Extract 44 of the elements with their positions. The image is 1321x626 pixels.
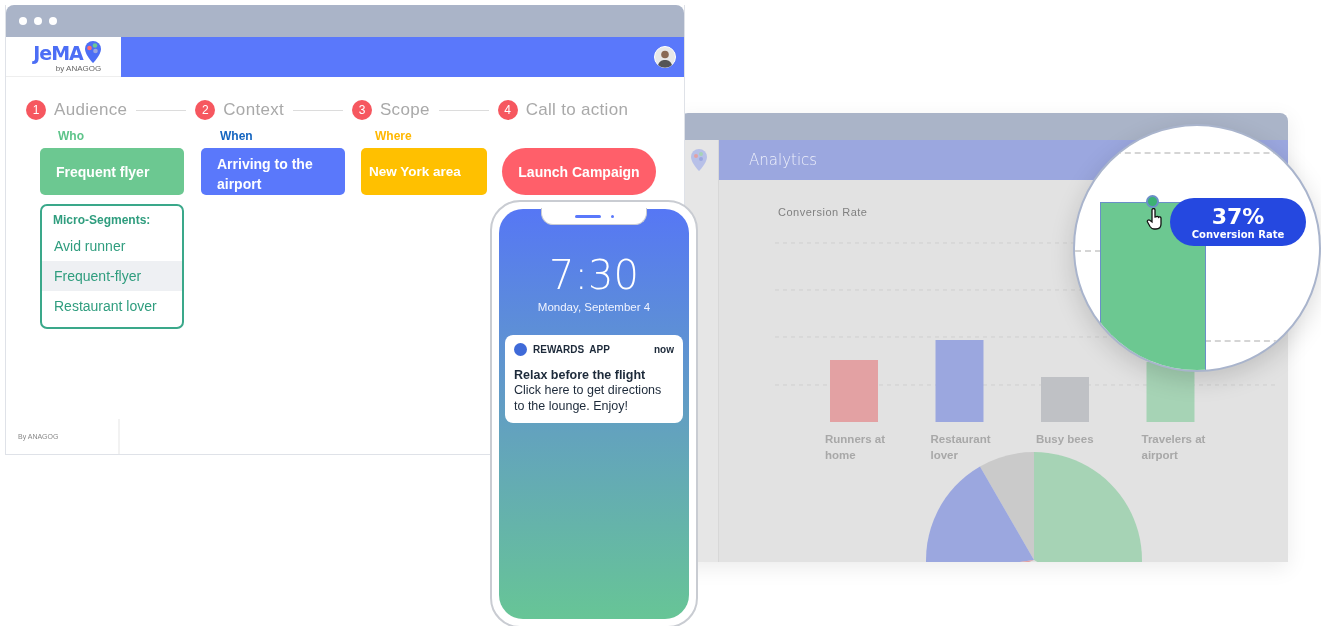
segment-button[interactable]: New York area	[361, 148, 487, 195]
map-pin-icon	[690, 148, 708, 172]
step-caption: Where	[375, 129, 412, 143]
step-label[interactable]: Context	[223, 100, 284, 120]
segment-button[interactable]: Launch Campaign	[502, 148, 656, 195]
step-label[interactable]: Audience	[54, 100, 128, 120]
step-number: 3	[352, 100, 372, 120]
window-dot-icon[interactable]	[49, 17, 57, 25]
app-icon	[514, 343, 527, 356]
window-dot-icon[interactable]	[19, 17, 27, 25]
tooltip-value: 37%	[1211, 204, 1265, 229]
bar-label: Busy bees	[1036, 432, 1095, 447]
step-label[interactable]: Scope	[380, 100, 430, 120]
hand-cursor-icon	[1146, 208, 1164, 230]
page-title: Analytics	[749, 151, 818, 169]
window-dot-icon[interactable]	[34, 17, 42, 25]
segment-list-item[interactable]: Avid runner	[42, 231, 182, 261]
segment-list-item[interactable]: Frequent-flyer	[42, 261, 182, 291]
tooltip-label: Conversion Rate	[1191, 228, 1285, 240]
logo-text: JeMA	[33, 42, 83, 64]
step-caption: When	[220, 129, 253, 143]
bar-label: Restaurant lover	[930, 432, 992, 463]
step-number: 1	[26, 100, 46, 120]
logo-subtitle: by ANAGOG	[55, 64, 102, 73]
segment-button[interactable]: Frequent flyer	[40, 148, 184, 195]
step-label[interactable]: Call to action	[525, 100, 629, 120]
segment-button[interactable]: Arriving to the airport	[201, 148, 345, 195]
segment-list-item[interactable]: Restaurant lover	[42, 291, 182, 321]
chart-title: Conversion Rate	[778, 206, 868, 218]
avatar-icon[interactable]	[654, 46, 676, 68]
step-number: 4	[497, 100, 518, 120]
app-name: REWARDS APP	[533, 344, 610, 355]
clock-time: 7:30	[549, 253, 639, 297]
step-caption: Who	[58, 129, 84, 143]
bar-label: Runners at home	[825, 432, 887, 463]
map-pin-icon	[83, 40, 102, 64]
notification-time: now	[654, 344, 674, 355]
notification-body: Click here to get directions to the lounge. Enjoy!	[514, 382, 663, 414]
notification-card[interactable]: REWARDS APP now Relax before the flight Click here to get directions to the lounge. Enjoy!	[505, 335, 683, 423]
step-number: 2	[195, 100, 216, 120]
bar-label: Travelers at airport	[1141, 432, 1207, 463]
notification-title: Relax before the flight	[514, 368, 647, 382]
clock-date: Monday, September 4	[537, 301, 651, 313]
panel-title: Micro-Segments:	[52, 212, 152, 229]
